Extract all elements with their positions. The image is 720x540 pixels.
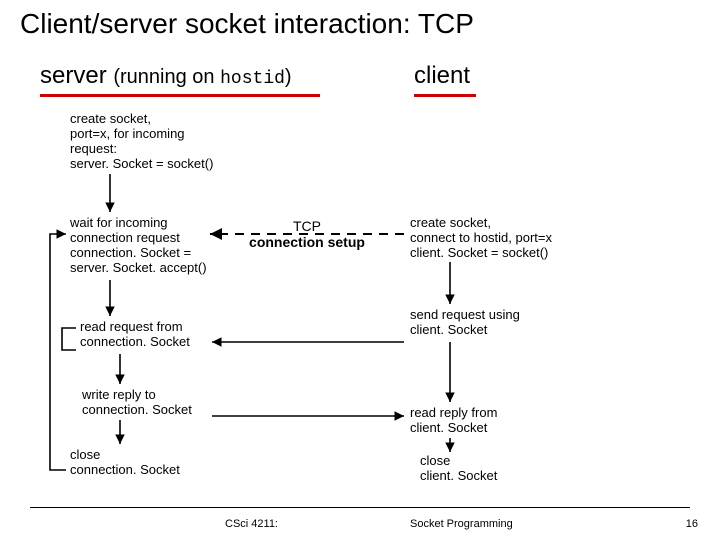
tcp-label-bot: connection setup: [249, 234, 365, 250]
server-underline: [40, 94, 320, 97]
client-underline: [414, 94, 476, 97]
tcp-label-top: TCP: [293, 218, 321, 234]
server-heading-hostid: hostid: [220, 69, 285, 89]
footer-page: 16: [686, 518, 698, 530]
server-heading-prefix: server: [40, 62, 113, 89]
footer-topic: Socket Programming: [410, 518, 513, 530]
server-step-create: create socket, port=x, for incoming requ…: [70, 112, 213, 172]
client-heading: client: [414, 62, 470, 90]
server-step-read: read request from connection. Socket: [80, 320, 190, 350]
client-step-create: create socket, connect to hostid, port=x…: [410, 216, 552, 261]
tcp-setup-label: TCP connection setup: [217, 218, 397, 250]
server-heading-suffix: ): [285, 66, 292, 88]
client-step-send: send request using client. Socket: [410, 308, 520, 338]
server-step-write: write reply to connection. Socket: [82, 388, 192, 418]
client-step-close: close client. Socket: [420, 454, 497, 484]
footer-course: CSci 4211:: [225, 518, 278, 530]
server-step-wait: wait for incoming connection request con…: [70, 216, 207, 276]
footer-rule: [30, 507, 690, 508]
server-heading: server (running on hostid): [40, 62, 292, 90]
client-step-read: read reply from client. Socket: [410, 406, 497, 436]
server-heading-mid: (running on: [113, 66, 220, 88]
slide-title: Client/server socket interaction: TCP: [20, 8, 474, 40]
server-step-close: close connection. Socket: [70, 448, 180, 478]
